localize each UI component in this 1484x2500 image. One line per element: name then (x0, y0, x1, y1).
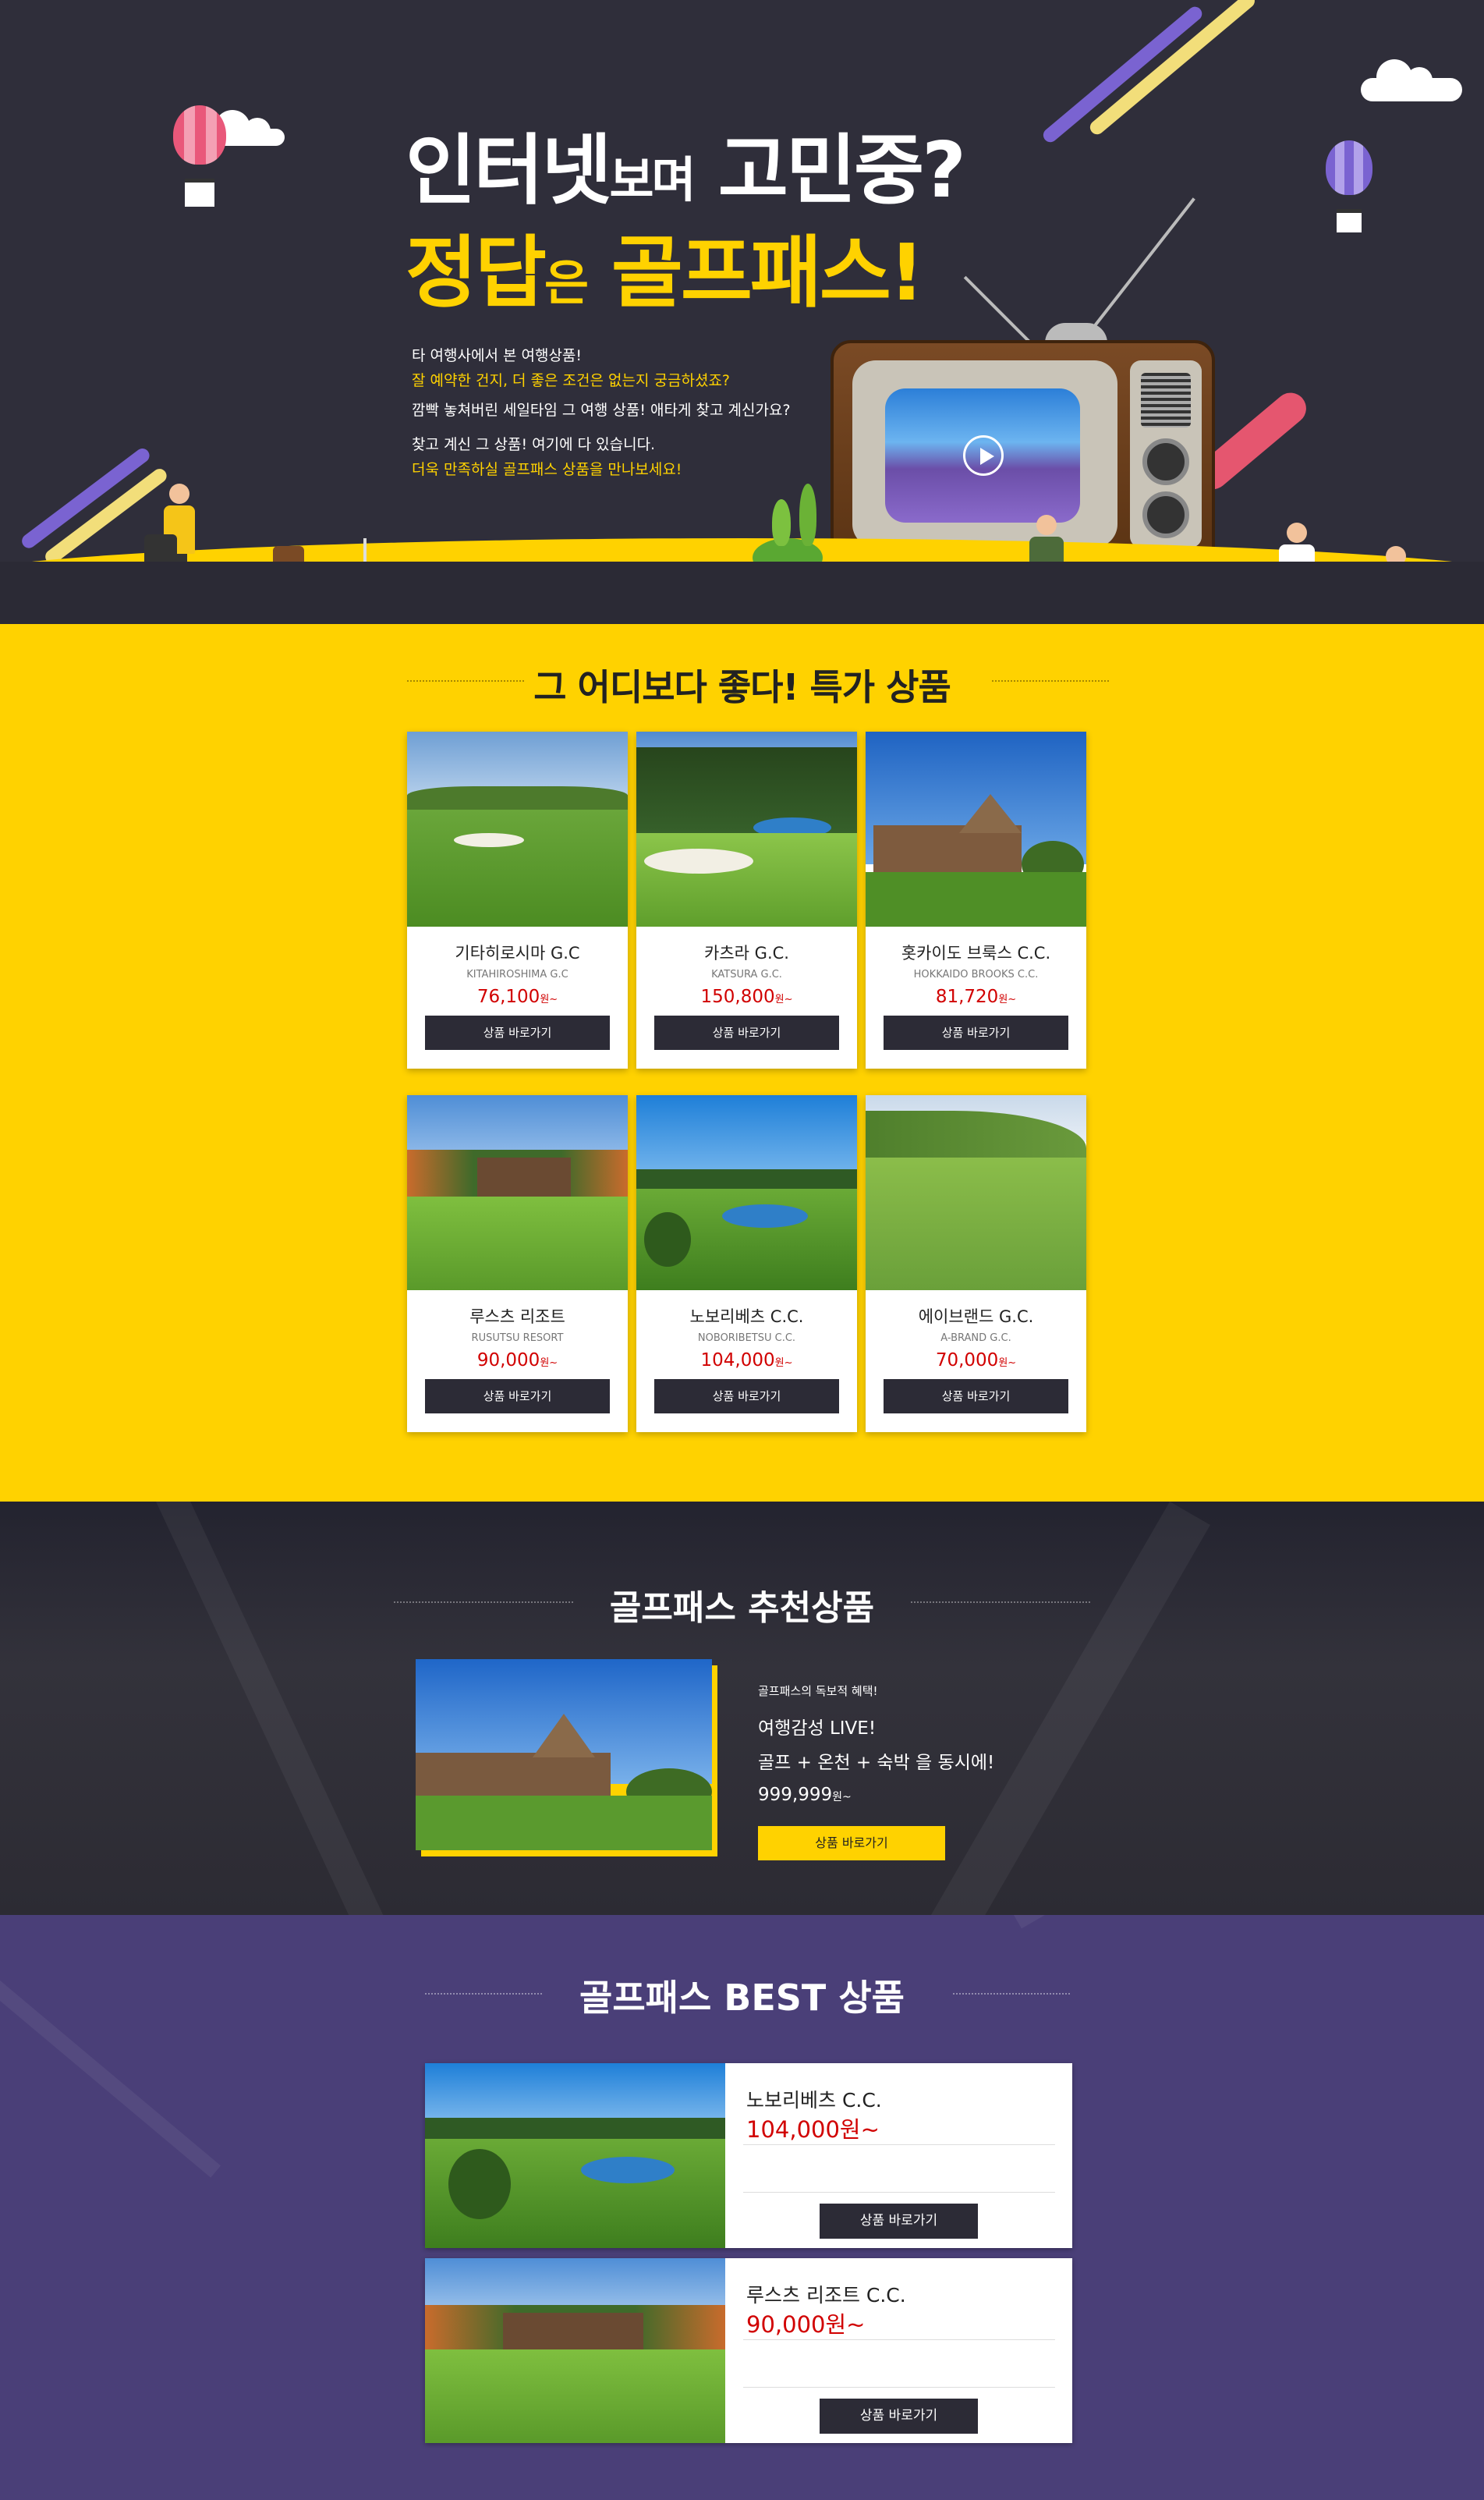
best-product-name: 노보리베츠 C.C. (746, 2089, 882, 2112)
divider (743, 2144, 1055, 2145)
product-card: 카츠라 G.C. KATSURA G.C. 150,800원~ 상품 바로가기 (636, 732, 857, 1069)
recommend-price: 999,999원~ (758, 1785, 852, 1805)
bag-icon (144, 534, 177, 562)
luggage-cart-icon (265, 538, 367, 562)
hero-title-line2: 정답은 골프패스! (406, 227, 924, 318)
best-product-price: 104,000원~ (746, 2116, 880, 2143)
play-icon[interactable] (963, 435, 1004, 476)
tv-screen (885, 388, 1080, 523)
hero-description: 타 여행사에서 본 여행상품! 잘 예약한 건지, 더 좋은 조건은 없는지 궁… (412, 343, 791, 482)
product-name: 노보리베츠 C.C. (689, 1307, 804, 1326)
section-title: 그 어디보다 좋다! 특가 상품 (533, 666, 951, 708)
divider (743, 2339, 1055, 2340)
product-link-button[interactable]: 상품 바로가기 (654, 1379, 839, 1413)
hero-line: 타 여행사에서 본 여행상품! (412, 347, 583, 364)
product-price: 90,000원~ (476, 1350, 558, 1371)
hero-line: 잘 예약한 건지, 더 좋은 조건은 없는지 궁금하셨죠? (412, 372, 731, 389)
recommend-section: 골프패스 추천상품 골프패스의 독보적 혜택! 여행감성 LIVE! 골프 + … (0, 1502, 1484, 1915)
decor-stripe (1087, 0, 1258, 137)
hot-air-balloon-icon (1326, 140, 1372, 232)
tree-icon (799, 484, 816, 546)
background-beam (0, 1915, 221, 2178)
product-card: 루스츠 리조트 RUSUTSU RESORT 90,000원~ 상품 바로가기 (407, 1095, 628, 1432)
product-english-name: KITAHIROSHIMA G.C (466, 969, 568, 980)
product-card: 에이브랜드 G.C. A-BRAND G.C. 70,000원~ 상품 바로가기 (866, 1095, 1086, 1432)
product-link-button[interactable]: 상품 바로가기 (884, 1016, 1068, 1050)
product-link-button[interactable]: 상품 바로가기 (884, 1379, 1068, 1413)
best-product-photo (425, 2258, 725, 2443)
product-price: 81,720원~ (935, 987, 1017, 1007)
recommend-info: 골프패스의 독보적 혜택! 여행감성 LIVE! 골프 + 온천 + 숙박 을 … (758, 1683, 994, 1805)
best-product-item: 루스츠 리조트 C.C. 90,000원~ 상품 바로가기 (425, 2258, 1072, 2443)
product-photo (636, 1095, 857, 1290)
hero-line: 깜빡 놓쳐버린 세일타임 그 여행 상품! 애타게 찾고 계신가요? (412, 402, 791, 419)
product-price: 150,800원~ (700, 987, 793, 1007)
recommend-link-button[interactable]: 상품 바로가기 (758, 1826, 945, 1860)
recommend-description: 골프 + 온천 + 숙박 을 동시에! (758, 1753, 995, 1773)
speaker-grill-icon (1141, 373, 1191, 427)
benefit-label: 골프패스의 독보적 혜택! (758, 1684, 878, 1698)
tv-knob-icon (1142, 491, 1189, 538)
product-price: 70,000원~ (935, 1350, 1017, 1371)
tv-knob-icon (1142, 438, 1189, 485)
product-card: 홋카이도 브룩스 C.C. HOKKAIDO BROOKS C.C. 81,72… (866, 732, 1086, 1069)
product-price: 104,000원~ (700, 1350, 793, 1371)
best-product-name: 루스츠 리조트 C.C. (746, 2284, 906, 2307)
hero-line: 더욱 만족하실 골프패스 상품을 만나보세요! (412, 461, 682, 478)
hot-air-balloon-icon (173, 105, 226, 207)
divider (743, 2387, 1055, 2388)
section-title: 골프패스 추천상품 (609, 1588, 875, 1628)
best-products-section: 골프패스 BEST 상품 노보리베츠 C.C. 104,000원~ 상품 바로가… (0, 1915, 1484, 2500)
product-card: 기타히로시마 G.C KITAHIROSHIMA G.C 76,100원~ 상품… (407, 732, 628, 1069)
product-link-button[interactable]: 상품 바로가기 (654, 1016, 839, 1050)
product-name: 카츠라 G.C. (704, 944, 789, 963)
background-beam (156, 1502, 416, 1915)
product-price: 76,100원~ (476, 987, 558, 1007)
tv-antenna (1092, 197, 1195, 329)
tv-antenna (963, 275, 1032, 345)
product-link-button[interactable]: 상품 바로가기 (425, 1379, 610, 1413)
product-photo (866, 1095, 1086, 1290)
ground-wave (0, 538, 1484, 562)
product-photo (636, 732, 857, 927)
tree-icon (772, 499, 791, 546)
traveler-woman-icon (1380, 546, 1411, 562)
decor-stripe (1040, 3, 1205, 145)
divider (743, 2192, 1055, 2193)
special-products-section: 그 어디보다 좋다! 특가 상품 기타히로시마 G.C KITAHIROSHIM… (0, 624, 1484, 1502)
product-link-button[interactable]: 상품 바로가기 (425, 1016, 610, 1050)
section-title: 골프패스 BEST 상품 (579, 1977, 905, 2019)
product-english-name: HOKKAIDO BROOKS C.C. (913, 969, 1039, 980)
product-photo (407, 732, 628, 927)
product-name: 루스츠 리조트 (469, 1307, 565, 1326)
traveler-couple-icon (1279, 523, 1315, 562)
hero-section: 인터넷보며 고민중? 정답은 골프패스! 타 여행사에서 본 여행상품! 잘 예… (0, 0, 1484, 562)
retro-tv-icon (831, 340, 1215, 562)
best-product-link-button[interactable]: 상품 바로가기 (820, 2204, 978, 2239)
product-name: 에이브랜드 G.C. (918, 1307, 1034, 1326)
best-product-photo (425, 2063, 725, 2248)
product-card: 노보리베츠 C.C. NOBORIBETSU C.C. 104,000원~ 상품… (636, 1095, 857, 1432)
best-product-link-button[interactable]: 상품 바로가기 (820, 2399, 978, 2434)
product-english-name: A-BRAND G.C. (940, 1332, 1011, 1344)
best-product-price: 90,000원~ (746, 2311, 866, 2338)
product-english-name: NOBORIBETSU C.C. (697, 1332, 796, 1344)
hero-title-line1: 인터넷보며 고민중? (406, 126, 966, 215)
product-name: 기타히로시마 G.C (455, 944, 580, 963)
product-english-name: RUSUTSU RESORT (471, 1332, 564, 1344)
traveler-man-icon (1029, 515, 1064, 562)
background-beam (1014, 1915, 1427, 1929)
product-photo (866, 732, 1086, 927)
product-name: 홋카이도 브룩스 C.C. (901, 944, 1051, 963)
best-product-item: 노보리베츠 C.C. 104,000원~ 상품 바로가기 (425, 2063, 1072, 2248)
product-english-name: KATSURA G.C. (711, 969, 782, 980)
recommend-photo (416, 1659, 712, 1850)
recommend-headline: 여행감성 LIVE! (758, 1718, 877, 1739)
hero-line: 찾고 계신 그 상품! 여기에 다 있습니다. (412, 436, 656, 453)
product-photo (407, 1095, 628, 1290)
cloud-icon (1361, 59, 1462, 101)
